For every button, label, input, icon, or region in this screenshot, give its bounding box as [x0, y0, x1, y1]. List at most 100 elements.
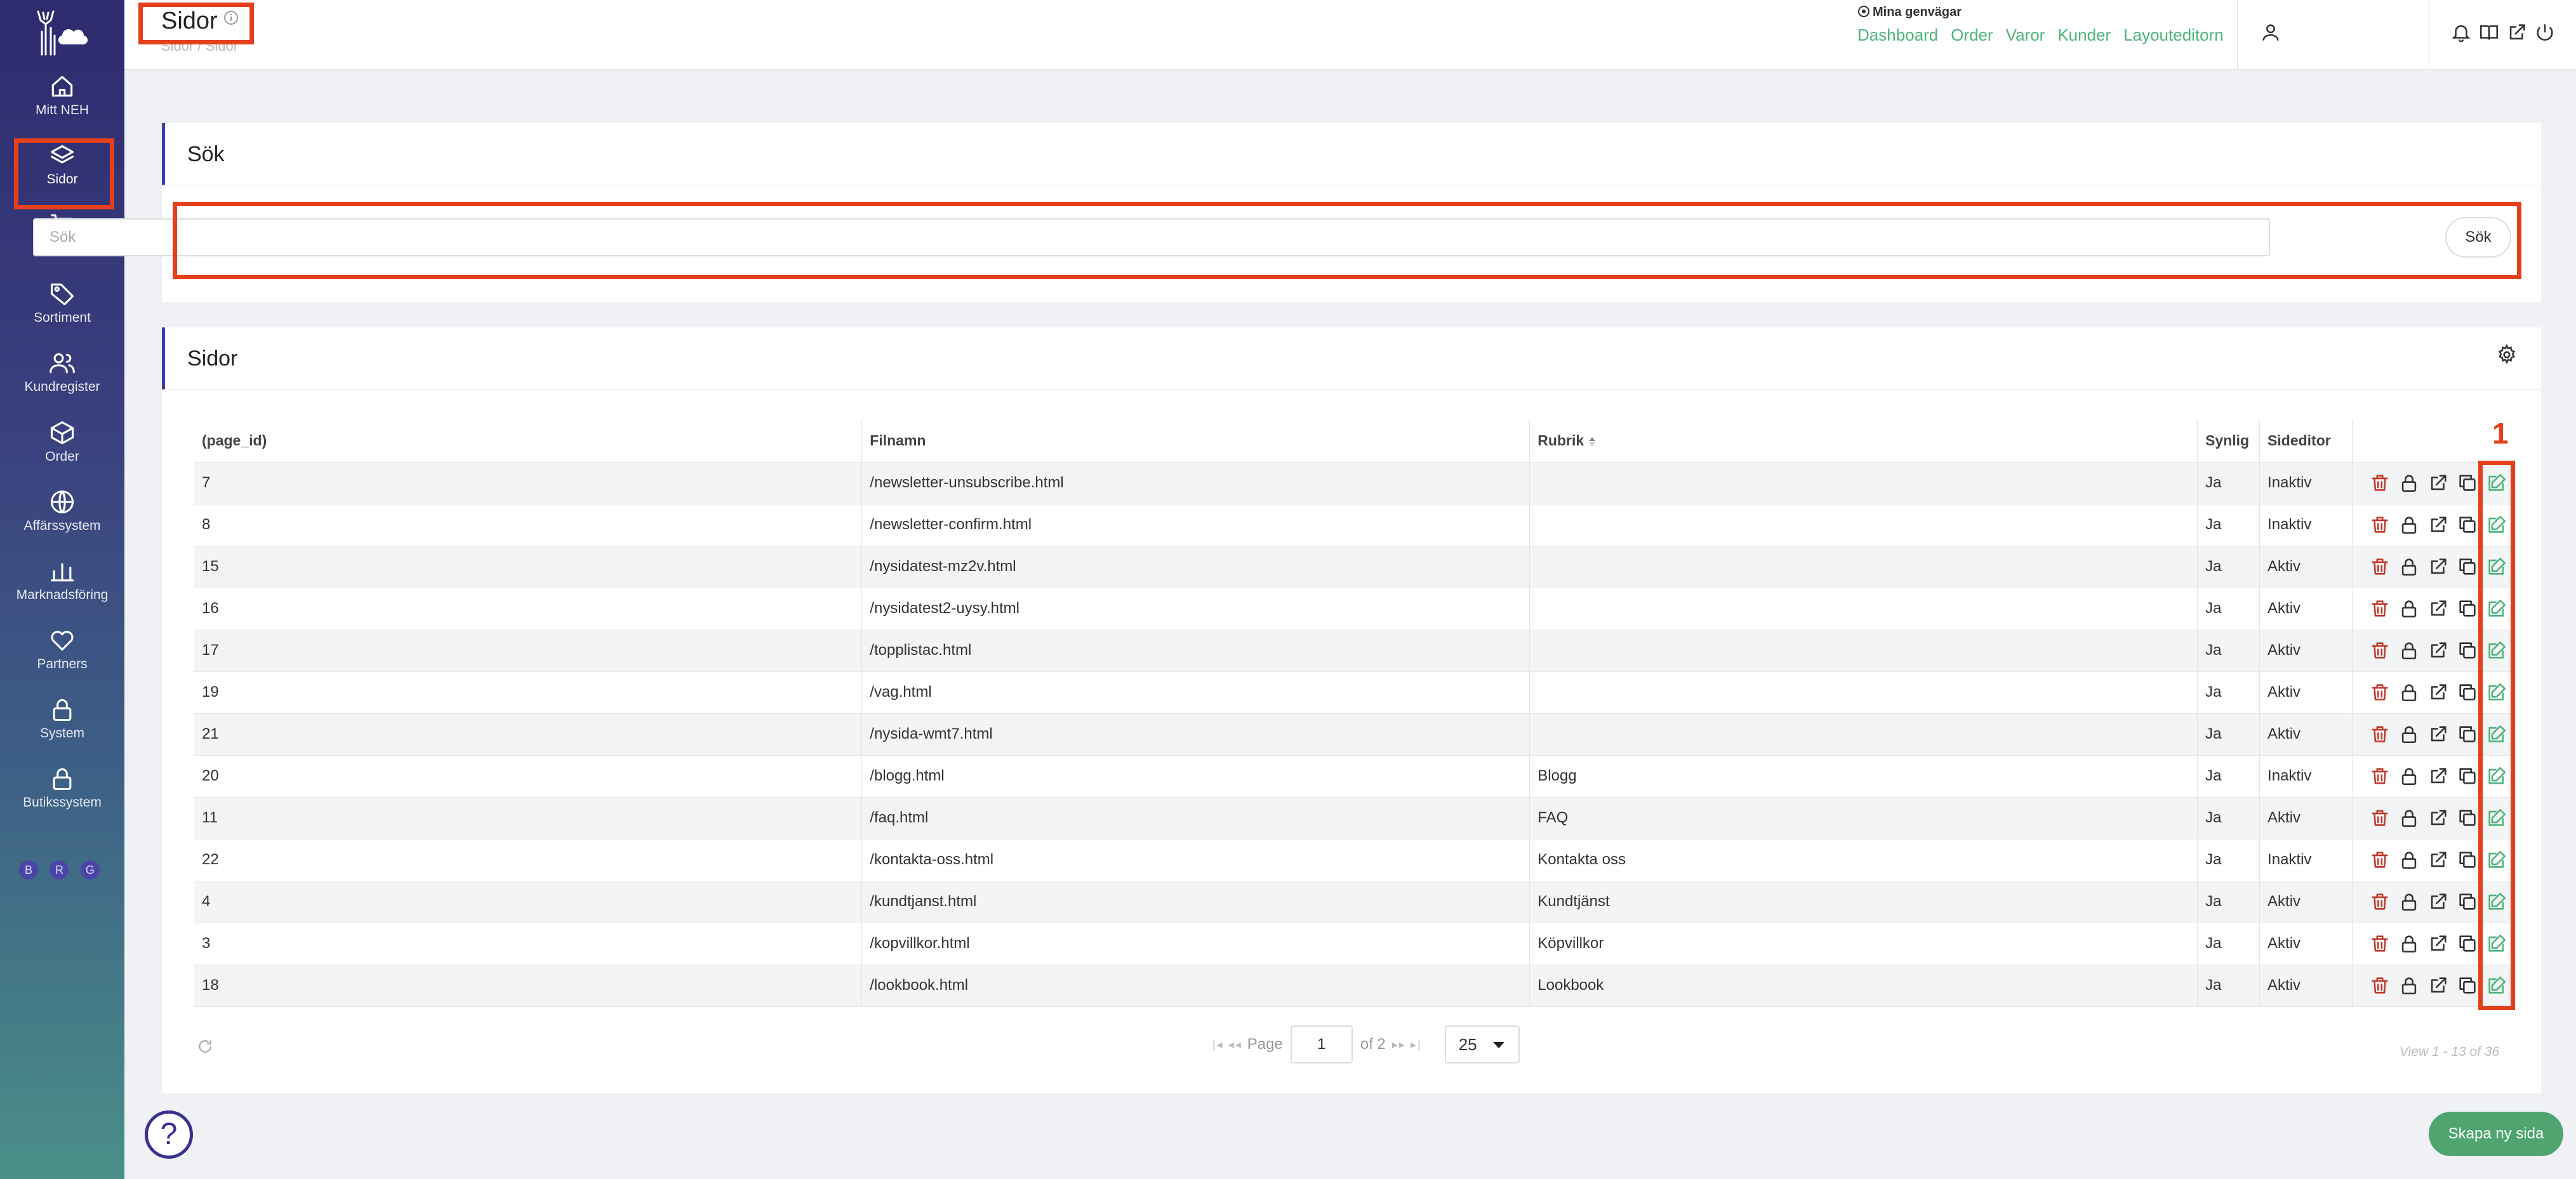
sort-icon[interactable] — [1588, 435, 1597, 448]
column-header-rubrik[interactable]: Rubrik — [1529, 420, 2198, 462]
sidebar-item-order[interactable]: Order — [0, 412, 124, 476]
external-link-icon[interactable] — [2427, 472, 2449, 494]
trash-icon[interactable] — [2369, 556, 2391, 577]
next-last-page-icon[interactable]: ▸▸ ▸| — [1392, 1038, 1422, 1051]
lock-icon[interactable] — [2398, 849, 2420, 871]
refresh-icon[interactable] — [197, 1038, 213, 1055]
table-row[interactable]: 11/faq.html FAQ Ja Aktiv — [194, 796, 2515, 839]
table-row[interactable]: 3/kopvillkor.html Köpvillkor Ja Aktiv — [194, 922, 2515, 965]
lock-icon[interactable] — [2398, 640, 2420, 661]
copy-icon[interactable] — [2457, 765, 2478, 787]
lock-icon[interactable] — [2398, 472, 2420, 494]
copy-icon[interactable] — [2457, 849, 2478, 871]
create-page-button[interactable]: Skapa ny sida — [2429, 1112, 2563, 1156]
sidebar-item-marknadsföring[interactable]: Marknadsföring — [0, 551, 124, 614]
page-number-input[interactable] — [1290, 1025, 1353, 1064]
trash-icon[interactable] — [2369, 807, 2391, 829]
column-header-filnamn[interactable]: Filnamn — [861, 420, 1530, 462]
external-link-icon[interactable] — [2427, 807, 2449, 829]
external-link-icon[interactable] — [2427, 640, 2449, 661]
external-link-icon[interactable] — [2427, 682, 2449, 703]
lock-icon[interactable] — [2398, 556, 2420, 577]
table-row[interactable]: 16/nysidatest2-uysy.html Ja Aktiv — [194, 587, 2515, 629]
trash-icon[interactable] — [2369, 765, 2391, 787]
table-row[interactable]: 4/kundtjanst.html Kundtjänst Ja Aktiv — [194, 880, 2515, 923]
badge-r[interactable]: R — [50, 860, 69, 879]
lock-icon[interactable] — [2398, 933, 2420, 954]
sidebar-item-mitt-neh[interactable]: Mitt NEH — [0, 66, 124, 129]
first-prev-page-icon[interactable]: |◂ ◂◂ — [1212, 1038, 1242, 1051]
copy-icon[interactable] — [2457, 933, 2478, 954]
table-row[interactable]: 17/topplistac.html Ja Aktiv — [194, 629, 2515, 671]
table-row[interactable]: 19/vag.html Ja Aktiv — [194, 671, 2515, 713]
lock-icon[interactable] — [2398, 514, 2420, 536]
trash-icon[interactable] — [2369, 849, 2391, 871]
sidebar-item-affärssystem[interactable]: Affärssystem — [0, 482, 124, 545]
external-link-icon[interactable] — [2427, 765, 2449, 787]
trash-icon[interactable] — [2369, 975, 2391, 996]
external-link-icon[interactable] — [2427, 849, 2449, 871]
copy-icon[interactable] — [2457, 682, 2478, 703]
external-link-icon[interactable] — [2506, 22, 2528, 43]
trash-icon[interactable] — [2369, 891, 2391, 912]
table-row[interactable]: 20/blogg.html Blogg Ja Inaktiv — [194, 754, 2515, 797]
table-row[interactable]: 18/lookbook.html Lookbook Ja Aktiv — [194, 964, 2515, 1007]
lock-icon[interactable] — [2398, 682, 2420, 703]
trash-icon[interactable] — [2369, 472, 2391, 494]
column-header-synlig[interactable]: Synlig — [2197, 420, 2261, 462]
sidebar-item-sortiment[interactable]: Sortiment — [0, 273, 124, 337]
external-link-icon[interactable] — [2427, 556, 2449, 577]
external-link-icon[interactable] — [2427, 598, 2449, 619]
shortcut-dashboard[interactable]: Dashboard — [1857, 25, 1938, 44]
shortcut-layouteditorn[interactable]: Layouteditorn — [2123, 25, 2224, 44]
lock-icon[interactable] — [2398, 975, 2420, 996]
lock-icon[interactable] — [2398, 765, 2420, 787]
lock-icon[interactable] — [2398, 891, 2420, 912]
table-row[interactable]: 21/nysida-wmt7.html Ja Aktiv — [194, 713, 2515, 755]
external-link-icon[interactable] — [2427, 723, 2449, 745]
table-row[interactable]: 8/newsletter-confirm.html Ja Inaktiv — [194, 503, 2515, 546]
shortcut-order[interactable]: Order — [1951, 25, 1993, 44]
trash-icon[interactable] — [2369, 933, 2391, 954]
copy-icon[interactable] — [2457, 514, 2478, 536]
trash-icon[interactable] — [2369, 682, 2391, 703]
external-link-icon[interactable] — [2427, 975, 2449, 996]
badge-b[interactable]: B — [19, 860, 38, 879]
help-button[interactable]: ? — [145, 1110, 193, 1159]
column-header-page-id[interactable]: (page_id) — [194, 420, 863, 462]
table-row[interactable]: 15/nysidatest-mz2v.html Ja Aktiv — [194, 545, 2515, 588]
sidebar-item-butikssystem[interactable]: Butikssystem — [0, 758, 124, 822]
lock-icon[interactable] — [2398, 598, 2420, 619]
copy-icon[interactable] — [2457, 891, 2478, 912]
trash-icon[interactable] — [2369, 514, 2391, 536]
trash-icon[interactable] — [2369, 598, 2391, 619]
copy-icon[interactable] — [2457, 472, 2478, 494]
shortcut-varor[interactable]: Varor — [2006, 25, 2045, 44]
shortcut-kunder[interactable]: Kunder — [2057, 25, 2111, 44]
page-size-select[interactable]: 25 — [1444, 1025, 1520, 1064]
table-row[interactable]: 22/kontakta-oss.html Kontakta oss Ja Inakti… — [194, 838, 2515, 881]
power-icon[interactable] — [2534, 22, 2556, 43]
external-link-icon[interactable] — [2427, 891, 2449, 912]
badge-g[interactable]: G — [80, 860, 100, 879]
lock-icon[interactable] — [2398, 807, 2420, 829]
sidebar-item-system[interactable]: System — [0, 689, 124, 753]
sidebar-item-kundregister[interactable]: Kundregister — [0, 343, 124, 406]
external-link-icon[interactable] — [2427, 933, 2449, 954]
external-link-icon[interactable] — [2427, 514, 2449, 536]
bell-icon[interactable] — [2450, 22, 2472, 43]
trash-icon[interactable] — [2369, 640, 2391, 661]
column-header-sideditor[interactable]: Sideditor — [2259, 420, 2353, 462]
copy-icon[interactable] — [2457, 598, 2478, 619]
copy-icon[interactable] — [2457, 640, 2478, 661]
lock-icon[interactable] — [2398, 723, 2420, 745]
copy-icon[interactable] — [2457, 975, 2478, 996]
sidebar-item-partners[interactable]: Partners — [0, 620, 124, 683]
copy-icon[interactable] — [2457, 556, 2478, 577]
copy-icon[interactable] — [2457, 723, 2478, 745]
table-row[interactable]: 7/newsletter-unsubscribe.html Ja Inaktiv — [194, 461, 2515, 504]
book-icon[interactable] — [2478, 22, 2500, 43]
moose-logo-icon[interactable] — [32, 6, 93, 57]
user-icon[interactable] — [2260, 22, 2281, 43]
copy-icon[interactable] — [2457, 807, 2478, 829]
